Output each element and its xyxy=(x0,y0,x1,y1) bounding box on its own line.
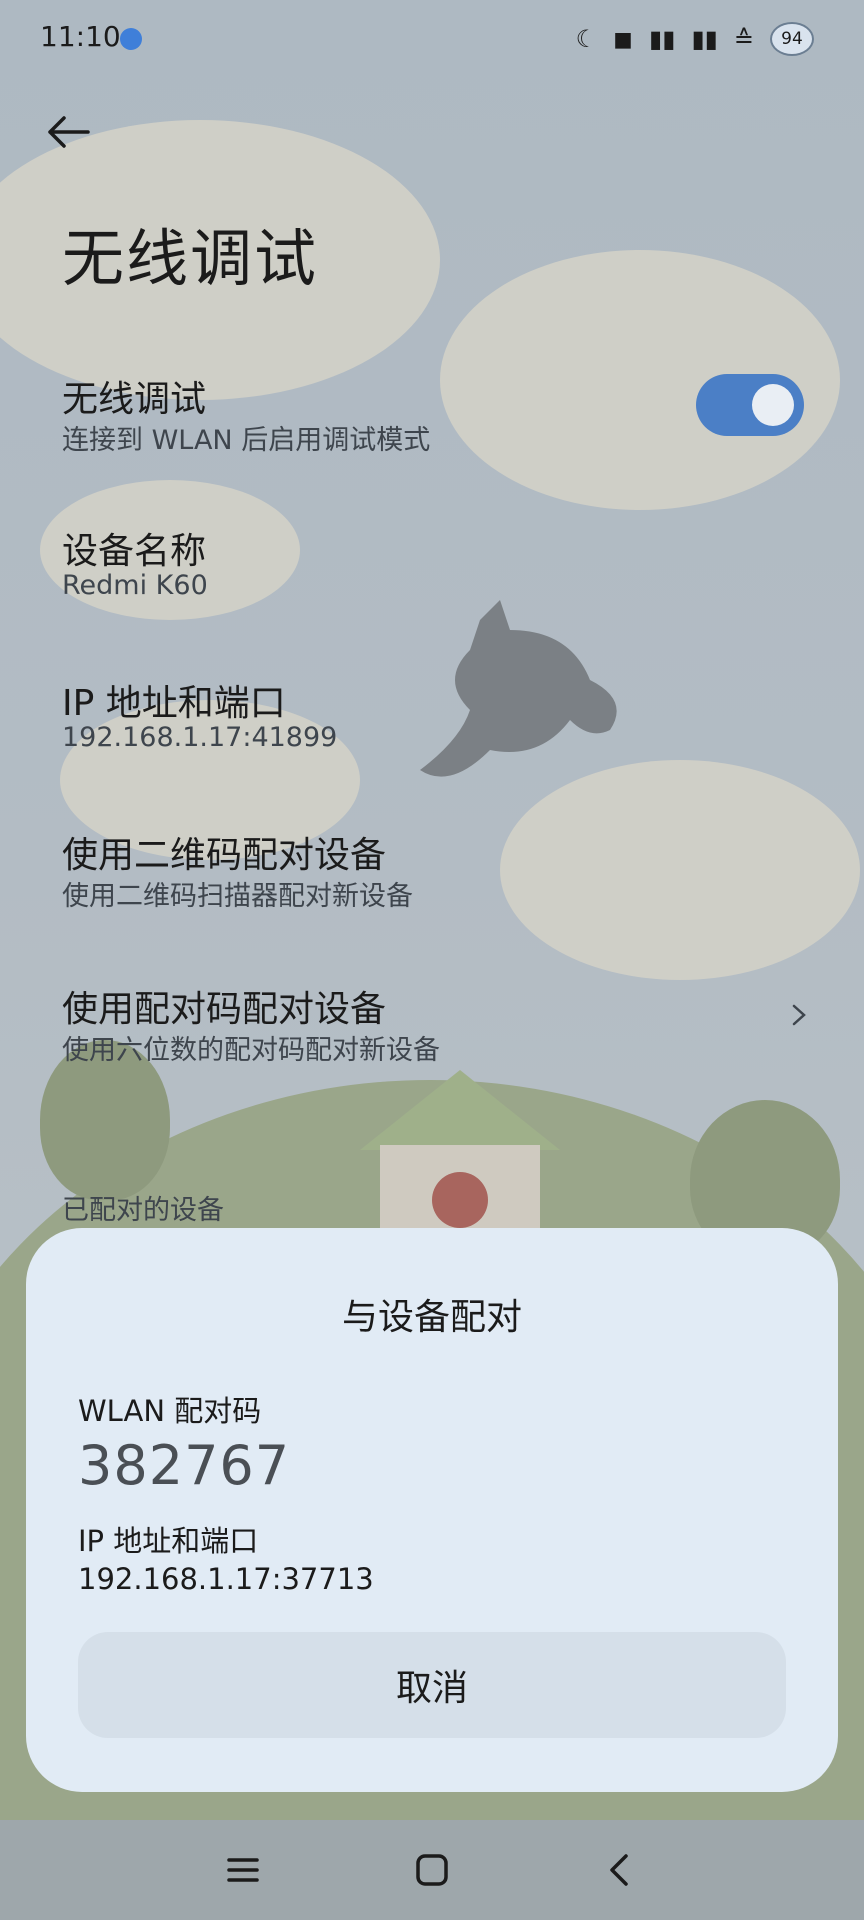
signal-icon: ▮▮ xyxy=(691,25,718,53)
device-name-value: Redmi K60 xyxy=(62,570,208,601)
row-title: 使用二维码配对设备 xyxy=(62,835,387,876)
home-icon[interactable] xyxy=(412,1850,452,1890)
paired-devices-header: 已配对的设备 xyxy=(62,1195,224,1226)
ip-address-label: IP 地址和端口 xyxy=(78,1524,259,1558)
mute-icon: ◼ xyxy=(613,25,634,53)
menu-icon[interactable] xyxy=(223,1850,263,1890)
pairing-code-label: WLAN 配对码 xyxy=(78,1394,262,1428)
wireless-debugging-row[interactable]: 无线调试 连接到 WLAN 后启用调试模式 xyxy=(0,370,864,460)
ip-port-value: 192.168.1.17:41899 xyxy=(62,722,338,753)
chevron-right-icon xyxy=(792,1004,806,1026)
row-title: 无线调试 xyxy=(62,379,207,420)
status-icons: ☾ ◼ ▮▮ ▮▮ ≙ 94 xyxy=(576,22,814,56)
row-title: 设备名称 xyxy=(62,531,207,572)
navigation-bar xyxy=(0,1820,864,1920)
pairing-dialog: 与设备配对 WLAN 配对码 382767 IP 地址和端口 192.168.1… xyxy=(26,1228,838,1792)
signal-icon: ▮▮ xyxy=(649,25,676,53)
dialog-title: 与设备配对 xyxy=(341,1297,522,1338)
ip-address-value: 192.168.1.17:37713 xyxy=(78,1562,374,1596)
cancel-button[interactable]: 取消 xyxy=(78,1632,786,1738)
row-subtitle: 使用二维码扫描器配对新设备 xyxy=(62,881,413,912)
row-title: 使用配对码配对设备 xyxy=(62,989,387,1030)
row-subtitle: 使用六位数的配对码配对新设备 xyxy=(62,1035,440,1066)
qr-pair-row[interactable]: 使用二维码配对设备 使用二维码扫描器配对新设备 xyxy=(0,826,864,916)
row-title: IP 地址和端口 xyxy=(62,683,286,724)
row-subtitle: 连接到 WLAN 后启用调试模式 xyxy=(62,425,431,456)
wireless-debugging-toggle[interactable] xyxy=(696,374,804,436)
pairing-code: 382767 xyxy=(78,1434,291,1497)
back-icon[interactable] xyxy=(600,1850,640,1890)
moon-icon: ☾ xyxy=(575,25,598,53)
status-bar: 11:10 ☾ ◼ ▮▮ ▮▮ ≙ 94 xyxy=(0,0,864,80)
code-pair-row[interactable]: 使用配对码配对设备 使用六位数的配对码配对新设备 xyxy=(0,980,864,1070)
device-name-row[interactable]: 设备名称 Redmi K60 xyxy=(0,522,864,612)
page-title: 无线调试 xyxy=(62,222,319,295)
ip-port-row: IP 地址和端口 192.168.1.17:41899 xyxy=(0,674,864,764)
toggle-knob xyxy=(752,384,794,426)
battery-icon: 94 xyxy=(770,22,814,56)
back-arrow-icon[interactable] xyxy=(44,112,92,152)
status-time: 11:10 xyxy=(40,20,121,53)
notification-icon xyxy=(120,28,142,50)
wifi-icon: ≙ xyxy=(733,25,754,53)
